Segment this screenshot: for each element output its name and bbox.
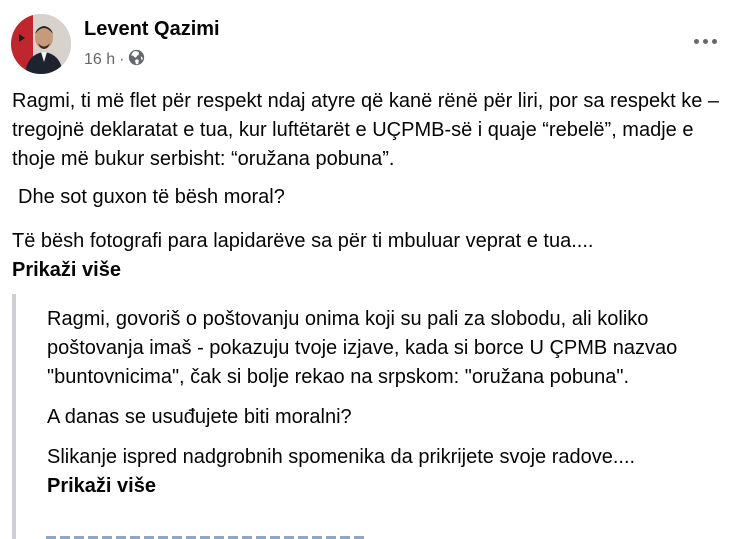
author-name[interactable]: Levent Qazimi	[84, 18, 220, 41]
more-dot-icon	[693, 38, 699, 44]
globe-icon[interactable]	[128, 49, 145, 71]
post-meta: 16 h ·	[84, 49, 145, 71]
see-more-link[interactable]: Prikaži više	[12, 256, 732, 285]
post-paragraph: Dhe sot guxon të bësh moral?	[18, 186, 285, 208]
post-paragraph: Ragmi, ti më flet për respekt ndaj atyre…	[12, 90, 720, 170]
more-dot-icon	[702, 38, 708, 44]
more-options-button[interactable]	[685, 26, 725, 56]
translation-see-more-link[interactable]: Prikaži više	[47, 472, 727, 501]
post-paragraph: Të bësh fotografi para lapidarëve sa për…	[12, 230, 594, 252]
translation-block: Ragmi, govoriš o poštovanju onima koji s…	[12, 294, 727, 539]
more-dot-icon	[711, 38, 717, 44]
post-time[interactable]: 16 h	[84, 51, 115, 69]
translation-paragraph: Ragmi, govoriš o poštovanju onima koji s…	[47, 308, 678, 388]
translation-paragraph: A danas se usuđujete biti moralni?	[47, 406, 352, 428]
post-header: Levent Qazimi 16 h ·	[11, 14, 741, 74]
meta-separator: ·	[119, 51, 125, 68]
cut-off-link-row	[46, 533, 366, 539]
translation-paragraph: Slikanje ispred nadgrobnih spomenika da …	[47, 446, 636, 468]
avatar[interactable]	[11, 14, 71, 74]
post-content: Ragmi, ti më flet për respekt ndaj atyre…	[12, 87, 732, 285]
